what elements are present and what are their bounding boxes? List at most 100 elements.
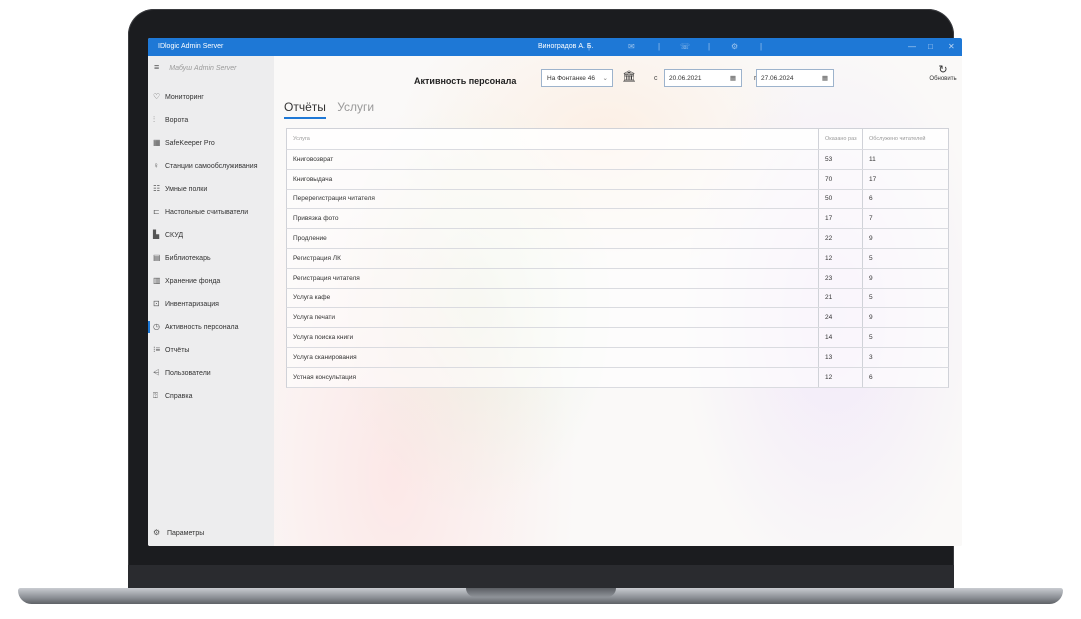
table-row[interactable]: Регистрация ЛК 12 5 [286,248,949,269]
close-icon[interactable]: ✕ [948,42,955,51]
sidebar-item-label: Мониторинг [165,94,204,101]
reader-icon: ⊏ [153,207,160,216]
sidebar-item-activity[interactable]: ◷ Активность персонала [148,320,239,334]
column-header-readers[interactable]: Обслужено читателей [862,129,950,149]
count-cell: 24 [818,308,862,328]
service-cell: Перерегистрация читателя [293,195,375,203]
from-label: с [654,75,658,82]
table-row[interactable]: Услуга печати 24 9 [286,308,949,329]
table-row[interactable]: Перерегистрация читателя 50 6 [286,189,949,210]
gate-icon: ⫶ [153,115,155,124]
laptop-bezel [128,565,954,589]
sidebar-item-users[interactable]: ⩤ Пользователи [153,366,211,380]
reports-icon: ⁝≡ [153,345,161,354]
table-row[interactable]: Услуга поиска книги 14 5 [286,328,949,348]
current-user[interactable]: Виноградов А. Б. [538,43,593,50]
main-content: Активность персонала На Фонтанке 46 ⌄ 🏛 … [274,56,962,546]
service-cell: Регистрация ЛК [293,254,341,262]
from-date-value: 20.06.2021 [669,75,702,82]
activity-icon: ◷ [153,322,160,331]
sidebar-item-kiosk[interactable]: ♀ Станции самообслуживания [153,159,258,173]
table-row[interactable]: Устная консультация 12 6 [286,367,949,388]
safe-icon: ▦ [153,138,161,147]
sidebar-item-access-control[interactable]: ▙ СКУД [153,228,183,242]
count-cell: 23 [818,268,862,288]
sidebar-item-label: Хранение фонда [165,278,221,285]
readers-cell: 5 [862,328,950,347]
sidebar-item-settings[interactable]: ⚙ Параметры [153,526,204,540]
table-row[interactable]: Услуга сканирования 13 3 [286,347,949,368]
service-cell: Услуга сканирования [293,353,357,361]
tab-reports[interactable]: Отчёты [284,100,326,119]
table-header-row: Услуга Оказано раз Обслужено читателей [286,128,949,150]
chevron-down-icon: ⌄ [602,75,608,82]
sidebar-item-safe[interactable]: ▦ SafeKeeper Pro [153,136,215,150]
sidebar-item-inventory[interactable]: ⊡ Инвентаризация [153,297,219,311]
readers-cell: 7 [862,209,950,229]
table-row[interactable]: Привязка фото 17 7 [286,209,950,230]
sidebar-item-label: Станции самообслуживания [165,163,258,170]
sidebar-item-label: Параметры [166,530,205,537]
table-row[interactable]: Услуга кафе 21 5 [286,288,949,309]
sidebar-item-reader[interactable]: ⊏ Настольные считыватели [153,205,248,219]
calendar-icon[interactable]: ▦ [730,70,736,88]
help-icon: ⍰ [153,391,158,400]
location-select[interactable]: На Фонтанке 46 ⌄ [541,69,613,87]
to-date-value: 27.06.2024 [761,75,794,82]
to-date-picker[interactable]: 27.06.2024 ▦ [756,69,834,87]
count-cell: 14 [818,328,862,347]
sidebar: ≡ Мабуш Admin Server ♡ Мониторинг ⫶ Ворота ▦… [148,56,274,546]
sidebar-item-monitor[interactable]: ♡ Мониторинг [153,90,204,104]
sidebar-item-label: Справка [165,393,193,400]
app-title: IDlogic Admin Server [158,43,224,50]
table-row[interactable]: Книговыдача 70 17 [286,169,950,190]
maximize-icon[interactable]: □ [928,42,933,51]
service-cell: Устная консультация [293,373,356,381]
sidebar-item-reports[interactable]: ⁝≡ Отчёты [153,343,189,357]
count-cell: 53 [818,150,862,169]
sidebar-item-gate[interactable]: ⫶ Ворота [153,113,188,127]
sidebar-item-label: Инвентаризация [165,301,219,308]
table-row[interactable]: Регистрация читателя 23 9 [286,268,949,289]
mail-icon[interactable]: ✉ [628,42,635,51]
service-cell: Привязка фото [293,215,339,223]
menu-icon[interactable]: ≡ [154,62,159,72]
separator-icon: | [760,42,763,51]
service-cell: Услуга печати [293,314,336,322]
sidebar-item-help[interactable]: ⍰ Справка [153,389,192,403]
refresh-label: Обновить [929,76,957,82]
from-date-picker[interactable]: 20.06.2021 ▦ [664,69,742,87]
location-select-value: На Фонтанке 46 [547,75,595,82]
sidebar-item-label: Ворота [165,117,189,124]
separator-icon: | [708,42,711,51]
sidebar-item-label: Библиотекарь [165,255,211,262]
sidebar-item-label: Настольные считыватели [165,209,249,216]
tab-bar: Отчёты Услуги [284,100,382,119]
sidebar-item-librarian[interactable]: ▤ Библиотекарь [153,251,211,265]
count-cell: 21 [818,288,862,308]
service-cell: Продление [293,235,327,243]
sidebar-item-label: Активность персонала [165,324,239,331]
services-table: Услуга Оказано раз Обслужено читателей К… [286,128,949,388]
count-cell: 17 [818,209,862,229]
sidebar-item-label: СКУД [165,232,184,239]
table-row[interactable]: Продление 22 9 [286,229,949,249]
kiosk-icon: ♀ [153,161,159,170]
readers-cell: 17 [862,169,950,189]
gear-icon[interactable]: ⚙ [731,42,738,51]
users-icon: ⩤ [153,368,160,377]
shelf-icon: ☷ [153,184,161,193]
sidebar-item-shelf[interactable]: ☷ Умные полки [153,182,207,196]
column-header-count[interactable]: Оказано раз [818,129,862,149]
refresh-button[interactable]: ↻ Обновить [926,63,960,82]
phone-icon[interactable]: ☏ [680,42,690,51]
table-row[interactable]: Книговозврат 53 11 [286,150,949,170]
sidebar-item-storage[interactable]: ▥ Хранение фонда [153,274,220,288]
column-header-service[interactable]: Услуга [287,129,818,149]
title-bar: IDlogic Admin Server Виноградов А. Б. | … [148,38,962,56]
service-cell: Услуга кафе [293,294,331,302]
sidebar-item-label: Отчёты [165,347,190,354]
tab-services[interactable]: Услуги [337,100,374,114]
calendar-icon[interactable]: ▦ [822,70,828,88]
minimize-icon[interactable]: — [908,42,916,51]
